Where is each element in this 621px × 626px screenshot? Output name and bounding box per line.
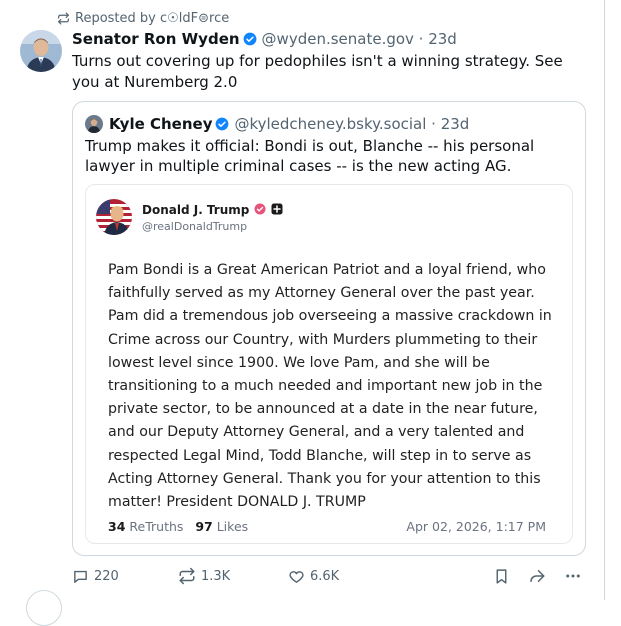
repost-count: 1.3K [201, 568, 231, 584]
verified-badge-icon [243, 32, 257, 46]
avatar[interactable] [20, 30, 62, 72]
embed-name-row: Donald J. Trump [142, 201, 283, 219]
post-header: Senator Ron Wyden @wyden.senate.gov · 23… [72, 29, 457, 49]
verified-badge-icon [215, 117, 229, 131]
likes-label: Likes [216, 519, 249, 534]
embed-date: Apr 02, 2026, 1:17 PM [406, 519, 546, 534]
reply-icon [72, 568, 89, 585]
share-icon [528, 567, 546, 585]
repost-icon [57, 11, 70, 25]
plus-badge-icon [271, 203, 283, 218]
quote-avatar[interactable] [85, 115, 103, 133]
embedded-post-image[interactable]: Donald J. Trump @realDonaldTrump Pam Bon… [85, 184, 573, 544]
repost-label: Reposted by c☉ldF⊜rce [75, 10, 230, 26]
quote-text: Trump makes it official: Bondi is out, B… [85, 137, 535, 175]
retruths-label: ReTruths [129, 519, 184, 534]
repost-button[interactable]: 1.3K [178, 566, 230, 586]
post-text: Turns out covering up for pedophiles isn… [72, 52, 563, 91]
quote-card[interactable]: Kyle Cheney @kyledcheney.bsky.social · 2… [72, 101, 586, 556]
quote-author-name[interactable]: Kyle Cheney [109, 115, 212, 133]
post-actions: 220 1.3K 6.6K [72, 566, 592, 586]
like-count: 6.6K [310, 568, 340, 584]
author-handle[interactable]: @wyden.senate.gov · 23d [262, 30, 457, 48]
author-name[interactable]: Senator Ron Wyden [72, 30, 240, 48]
page-border [604, 0, 605, 600]
more-options-button[interactable] [564, 566, 582, 586]
verified-badge-icon [254, 203, 266, 218]
embed-stats: 34 ReTruths 97 Likes [108, 519, 248, 534]
reply-button[interactable]: 220 [72, 566, 119, 586]
next-post-avatar[interactable] [26, 590, 62, 626]
repost-icon [178, 567, 196, 585]
bookmark-button[interactable] [493, 566, 510, 586]
bookmark-icon [493, 568, 510, 585]
like-button[interactable]: 6.6K [288, 566, 339, 586]
embed-body-text: Pam Bondi is a Great American Patriot an… [108, 262, 552, 511]
reply-count: 220 [94, 568, 119, 584]
share-button[interactable] [528, 566, 546, 586]
likes-count: 97 [195, 519, 213, 534]
embed-author-handle: @realDonaldTrump [142, 220, 248, 233]
retruths-count: 34 [108, 519, 126, 534]
embed-author-name: Donald J. Trump [142, 203, 250, 217]
more-horizontal-icon [564, 567, 582, 585]
quote-header: Kyle Cheney @kyledcheney.bsky.social · 2… [85, 114, 469, 134]
quote-author-handle[interactable]: @kyledcheney.bsky.social · 23d [234, 115, 469, 133]
heart-icon [288, 568, 305, 585]
repost-indicator[interactable]: Reposted by c☉ldF⊜rce [57, 9, 229, 27]
embed-avatar [96, 199, 132, 235]
